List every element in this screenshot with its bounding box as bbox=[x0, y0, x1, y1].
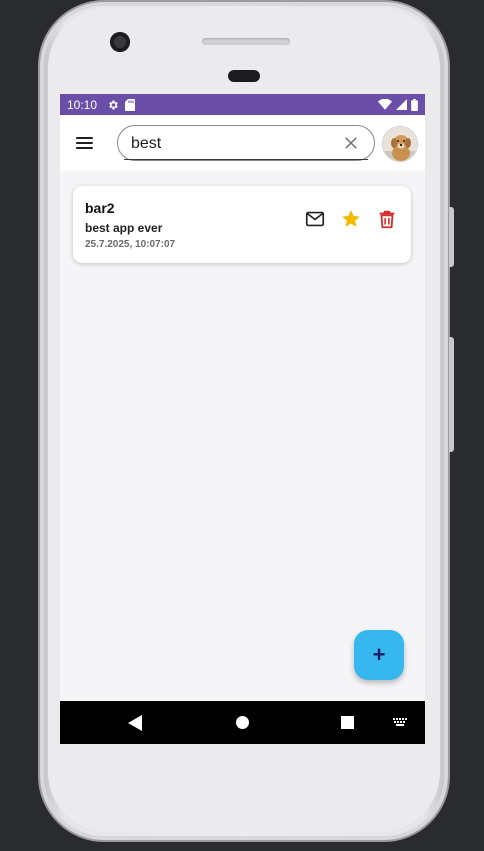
note-title: bar2 bbox=[85, 200, 115, 216]
back-icon[interactable] bbox=[128, 715, 143, 731]
add-icon: + bbox=[372, 642, 386, 667]
navigation-bar bbox=[60, 701, 425, 744]
add-note-button[interactable]: + bbox=[354, 630, 404, 680]
sd-card-icon bbox=[125, 98, 136, 111]
note-card[interactable]: bar2 best app ever 25.7.2025, 10:07:07 bbox=[73, 186, 411, 263]
home-icon[interactable] bbox=[235, 715, 250, 730]
top-speaker bbox=[202, 38, 290, 45]
battery-icon bbox=[411, 98, 418, 111]
note-body: best app ever bbox=[85, 221, 163, 235]
avatar[interactable] bbox=[382, 126, 418, 162]
mail-icon[interactable] bbox=[304, 208, 326, 230]
wifi-icon bbox=[378, 99, 392, 110]
front-camera bbox=[110, 32, 130, 52]
settings-icon bbox=[109, 100, 118, 109]
power-button bbox=[449, 337, 454, 452]
search-input[interactable] bbox=[131, 133, 331, 155]
note-date: 25.7.2025, 10:07:07 bbox=[85, 239, 176, 250]
phone-screen: 10:10 best bar2 best app ever 25.7.2025,… bbox=[60, 94, 425, 744]
volume-button bbox=[449, 207, 454, 267]
earpiece bbox=[228, 70, 260, 82]
recents-icon[interactable] bbox=[341, 716, 354, 729]
keyboard-icon[interactable] bbox=[393, 718, 407, 727]
search-bar[interactable] bbox=[117, 125, 375, 161]
signal-icon bbox=[396, 99, 407, 110]
status-bar: 10:10 bbox=[60, 94, 425, 115]
status-time: 10:10 bbox=[67, 97, 98, 112]
star-icon[interactable] bbox=[340, 208, 362, 230]
dog-avatar-icon bbox=[383, 127, 417, 161]
close-icon[interactable] bbox=[342, 134, 360, 152]
trash-icon[interactable] bbox=[376, 208, 398, 230]
search-underline bbox=[124, 159, 368, 160]
menu-icon[interactable] bbox=[72, 131, 96, 155]
app-bar bbox=[60, 115, 425, 171]
